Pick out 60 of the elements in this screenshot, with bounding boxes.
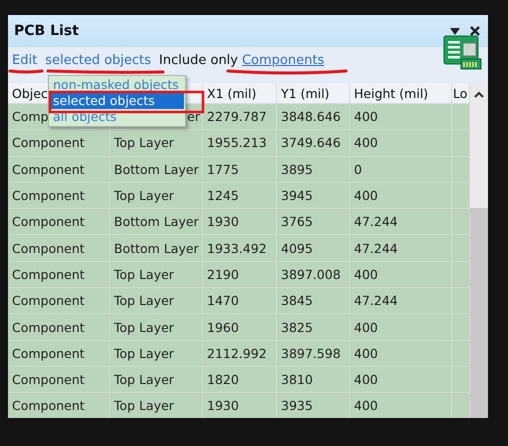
table-cell: Component [8,288,110,314]
table-cell: Component [8,340,110,367]
table-cell: 3935 [277,393,350,418]
table-cell: 1933.492 [203,235,277,262]
table-cell: Component [8,209,110,236]
table-cell: Top Layer [110,314,203,341]
table-cell: 1955.213 [203,130,277,157]
table-cell: 47.244 [350,235,452,262]
table-cell: Bottom Layer [110,156,203,183]
table-cell: 3945 [277,182,350,210]
table-cell: 3897.008 [277,262,350,288]
table-cell: 4095 [277,235,350,262]
table-cell: 1930 [203,393,277,418]
table-cell: Component [8,235,110,262]
table-cell: Bottom Layer [110,235,203,262]
table-cell: Top Layer [110,262,203,288]
table-cell: Top Layer [110,288,203,314]
table-cell: 400 [350,366,452,394]
table-cell: 1470 [203,288,277,314]
table-cell: 3749.646 [277,130,350,157]
table-cell: 2190 [203,262,277,288]
table-cell: Component [8,314,110,341]
panel-title: PCB List [14,23,80,39]
table-cell: 1820 [203,366,277,394]
table-cell: 400 [350,104,452,130]
table-cell: 3825 [277,314,350,341]
table-cell: 1245 [203,182,277,210]
table-cell: 47.244 [350,209,452,236]
table-cell: Top Layer [110,366,203,394]
table-cell: 2112.992 [203,340,277,367]
table-cell: 400 [350,130,452,157]
table-cell: 400 [350,262,452,288]
table-cell: Component [8,262,110,288]
table-cell: 400 [350,182,452,210]
table-cell: 3845 [277,288,350,314]
table-cell: 0 [350,156,452,183]
table-cell: 1960 [203,314,277,341]
table-cell: Top Layer [110,393,203,418]
table-cell: 400 [350,314,452,341]
table-cell: Top Layer [110,340,203,367]
table-cell: Bottom Layer [110,209,203,236]
table-cell: Component [8,182,110,210]
table-cell: 400 [350,393,452,418]
table-cell: 3765 [277,209,350,236]
table-cell: 3895 [277,156,350,183]
table-cell: Component [8,156,110,183]
table-cell: Component [8,130,110,157]
table-cell: Top Layer [110,130,203,157]
table-cell: 3848.646 [277,104,350,130]
table-cell: Component [8,393,110,418]
table-cell: 1930 [203,209,277,236]
table-cell: Component [8,366,110,394]
table-cell: 400 [350,340,452,367]
table-cell: 47.244 [350,288,452,314]
table-cell: 2279.787 [203,104,277,130]
include-label: Include only [159,53,238,68]
table-cell: 3810 [277,366,350,394]
table-cell: 3897.598 [277,340,350,367]
table-cell: 1775 [203,156,277,183]
table-cell: Top Layer [110,182,203,210]
